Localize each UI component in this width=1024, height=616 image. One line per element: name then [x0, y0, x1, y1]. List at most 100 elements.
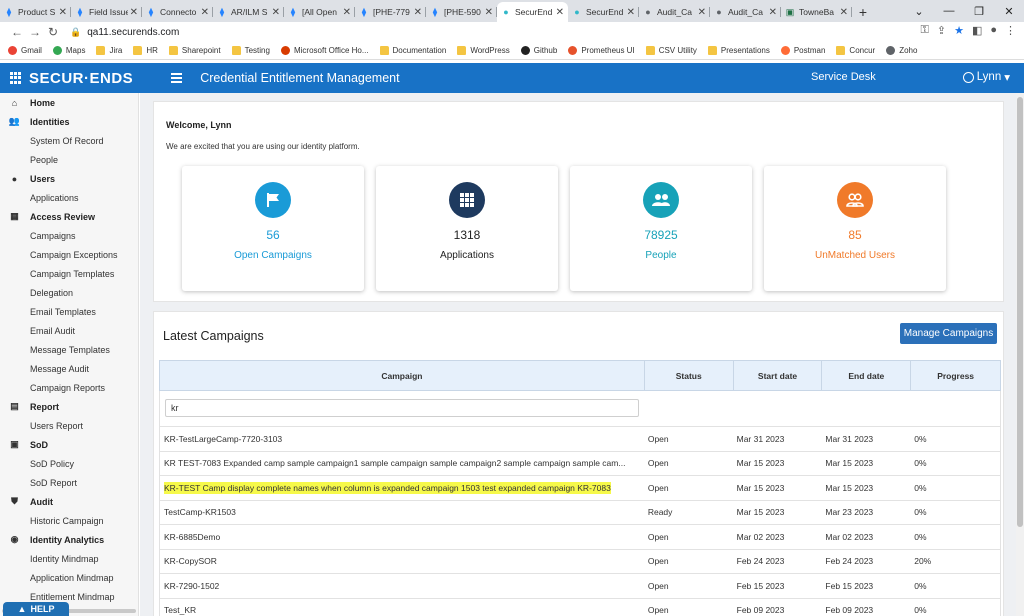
close-icon[interactable]: ✕ [556, 7, 564, 18]
table-row[interactable]: KR-TestLargeCamp-7720-3103 Open Mar 31 202… [159, 427, 1001, 452]
sidebar-item[interactable]: ● Users [0, 169, 138, 188]
lock-icon[interactable]: 🔒 [70, 27, 81, 38]
browser-tab[interactable]: ● Audit_Ca ✕ [639, 2, 710, 22]
sidebar-item[interactable]: ⌂ Home [0, 93, 138, 112]
bookmark-item[interactable]: Presentations [707, 46, 770, 55]
table-row[interactable]: KR-TEST Camp display complete names when… [159, 476, 1001, 501]
browser-tab[interactable]: ▣ TowneBa ✕ [781, 2, 852, 22]
url-input[interactable]: 🔒 qa11.securends.com [70, 24, 950, 40]
bookmark-item[interactable]: Documentation [379, 46, 446, 55]
bookmark-item[interactable]: Concur [836, 46, 875, 55]
minimize-icon[interactable]: — [934, 0, 964, 22]
sidebar-item[interactable]: Application Mindmap [0, 568, 138, 587]
new-tab-icon[interactable]: + [852, 2, 874, 22]
sidebar-item[interactable]: Delegation [0, 283, 138, 302]
more-icon[interactable]: ⋮ [1005, 24, 1016, 37]
bookmark-item[interactable]: Jira [96, 46, 122, 55]
service-desk-link[interactable]: Service Desk [811, 71, 876, 83]
close-icon[interactable]: ✕ [994, 0, 1024, 22]
stat-card[interactable]: 56 Open Campaigns [182, 166, 364, 291]
table-row[interactable]: KR-CopySOR Open Feb 24 2023 Feb 24 2023 20% [159, 549, 1001, 574]
page-scrollbar[interactable] [1016, 93, 1024, 616]
column-header-campaign[interactable]: Campaign [160, 361, 644, 390]
browser-tab[interactable]: ⧫ AR/ILM S ✕ [213, 2, 284, 22]
sidepanel-icon[interactable]: ◧ [972, 24, 982, 37]
sidebar-item[interactable]: ◉ Identity Analytics [0, 530, 138, 549]
sidebar-item[interactable]: People [0, 150, 138, 169]
close-icon[interactable]: ✕ [59, 7, 67, 18]
bookmark-item[interactable]: Maps [52, 46, 85, 55]
close-icon[interactable]: ✕ [414, 7, 422, 18]
sidebar-item[interactable]: Email Templates [0, 302, 138, 321]
sidebar-item[interactable]: Historic Campaign [0, 511, 138, 530]
table-row[interactable]: Test_KR Open Feb 09 2023 Feb 09 2023 0% [159, 598, 1001, 616]
close-icon[interactable]: ✕ [201, 7, 209, 18]
manage-campaigns-button[interactable]: Manage Campaigns [900, 323, 997, 344]
sidebar-item[interactable]: Message Templates [0, 340, 138, 359]
close-icon[interactable]: ✕ [840, 7, 848, 18]
column-header-status[interactable]: Status [643, 361, 733, 390]
sidebar-item[interactable]: Email Audit [0, 321, 138, 340]
close-icon[interactable]: ✕ [627, 7, 635, 18]
sidebar-item[interactable]: Identity Mindmap [0, 549, 138, 568]
browser-tab[interactable]: ● SecurEnd ✕ [497, 2, 568, 22]
reload-icon[interactable]: ↻ [44, 25, 62, 39]
help-button[interactable]: ▲ HELP [3, 602, 69, 616]
sidebar-item[interactable]: Campaign Exceptions [0, 245, 138, 264]
forward-icon[interactable]: → [26, 25, 44, 39]
browser-tab[interactable]: ⧫ Product S ✕ [0, 2, 71, 22]
bookmark-item[interactable]: Microsoft Office Ho... [280, 46, 369, 55]
sidebar-item[interactable]: ▤ Report [0, 397, 138, 416]
browser-tab[interactable]: ⧫ Field Issue ✕ [71, 2, 142, 22]
bookmark-item[interactable]: Testing [231, 46, 270, 55]
bookmark-item[interactable]: Gmail [8, 46, 42, 55]
campaign-filter-input[interactable]: kr [165, 399, 639, 417]
browser-tab[interactable]: ⧫ [All Open ✕ [284, 2, 355, 22]
close-icon[interactable]: ✕ [769, 7, 777, 18]
table-row[interactable]: KR-7290-1502 Open Feb 15 2023 Feb 15 2023 0% [159, 574, 1001, 599]
user-menu[interactable]: Lynn ▾ [962, 70, 1010, 84]
back-icon[interactable]: ← [8, 25, 26, 39]
stat-card[interactable]: 78925 People [570, 166, 752, 291]
close-icon[interactable]: ✕ [485, 7, 493, 18]
close-icon[interactable]: ✕ [272, 7, 280, 18]
sidebar-item[interactable]: SoD Policy [0, 454, 138, 473]
sidebar-item[interactable]: System Of Record [0, 131, 138, 150]
table-row[interactable]: TestCamp-KR1503 Ready Mar 15 2023 Mar 23 20… [159, 500, 1001, 525]
column-header-start-date[interactable]: Start date [732, 361, 822, 390]
browser-tab[interactable]: ● Audit_Ca ✕ [710, 2, 781, 22]
close-icon[interactable]: ✕ [343, 7, 351, 18]
close-icon[interactable]: ✕ [130, 7, 138, 18]
sidebar-item[interactable]: 👥 Identities [0, 112, 138, 131]
share-icon[interactable]: ⇪ [937, 24, 946, 37]
hamburger-menu-icon[interactable] [171, 73, 183, 83]
sidebar-item[interactable]: SoD Report [0, 473, 138, 492]
close-icon[interactable]: ✕ [698, 7, 706, 18]
table-row[interactable]: KR-6885Demo Open Mar 02 2023 Mar 02 2023 0% [159, 525, 1001, 550]
restore-icon[interactable]: ❐ [964, 0, 994, 22]
column-header-end-date[interactable]: End date [821, 361, 910, 390]
bookmark-item[interactable]: HR [133, 46, 158, 55]
browser-tab[interactable]: ● SecurEnd ✕ [568, 2, 639, 22]
stat-card[interactable]: 85 UnMatched Users [764, 166, 946, 291]
bookmark-item[interactable]: Postman [780, 46, 825, 55]
browser-tab[interactable]: ⧫ Connecto ✕ [142, 2, 213, 22]
apps-launcher-icon[interactable] [10, 72, 22, 84]
sidebar-item[interactable]: Users Report [0, 416, 138, 435]
bookmark-item[interactable]: CSV Utility [645, 46, 697, 55]
bookmark-item[interactable]: WordPress [457, 46, 510, 55]
chevron-down-icon[interactable]: ⌄ [904, 0, 934, 22]
table-row[interactable]: KR TEST-7083 Expanded camp sample campai… [159, 451, 1001, 476]
bookmark-item[interactable]: Prometheus UI [568, 46, 635, 55]
key-icon[interactable]: ⚿ [920, 24, 928, 37]
stat-card[interactable]: 1318 Applications [376, 166, 558, 291]
sidebar-item[interactable]: Message Audit [0, 359, 138, 378]
sidebar-item[interactable]: Campaign Templates [0, 264, 138, 283]
column-header-progress[interactable]: Progress [910, 361, 1000, 390]
star-icon[interactable]: ★ [954, 24, 964, 37]
sidebar-item[interactable]: Applications [0, 188, 138, 207]
bookmark-item[interactable]: Github [520, 46, 557, 55]
browser-tab[interactable]: ⧫ [PHE-779 ✕ [355, 2, 426, 22]
profile-icon[interactable]: ● [990, 24, 997, 37]
bookmark-item[interactable]: Zoho [886, 46, 917, 55]
